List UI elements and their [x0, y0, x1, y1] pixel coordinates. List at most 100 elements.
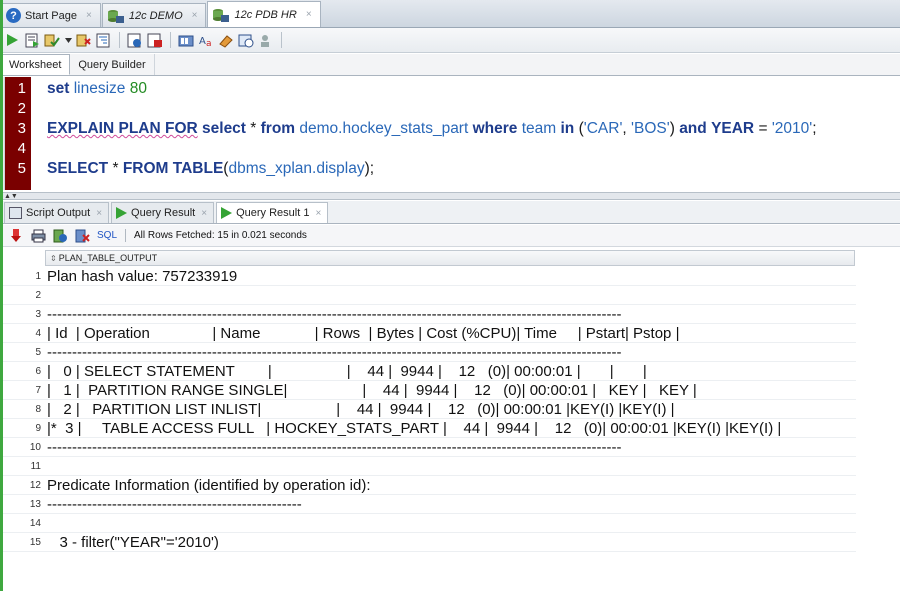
- rollback-button[interactable]: [75, 31, 93, 49]
- commit-button[interactable]: [43, 31, 61, 49]
- tab-start-page[interactable]: ? Start Page ×: [1, 3, 101, 27]
- explain-plan-icon: [96, 33, 110, 47]
- column-header-plan-table-output[interactable]: ⇕ PLAN_TABLE_OUTPUT: [45, 250, 855, 266]
- table-row[interactable]: 15 3 - filter("YEAR"='2010'): [0, 533, 856, 552]
- unshared-worksheet-button[interactable]: [257, 31, 275, 49]
- collapse-arrows-icon[interactable]: ▲▼: [4, 193, 18, 201]
- column-header-label: PLAN_TABLE_OUTPUT: [58, 253, 158, 263]
- plan-output-cell[interactable]: ----------------------------------------…: [47, 495, 302, 514]
- explain-plan-button[interactable]: [95, 31, 113, 49]
- table-row[interactable]: 6 | 0 | SELECT STATEMENT | | 44 | 9944 | …: [0, 362, 856, 381]
- close-icon[interactable]: ×: [96, 208, 102, 219]
- row-number: 4: [35, 328, 41, 339]
- tab-label: Script Output: [26, 207, 91, 219]
- tab-label: 12c DEMO: [128, 9, 183, 22]
- close-icon[interactable]: ×: [306, 9, 312, 20]
- user-icon: [261, 34, 269, 47]
- run-script-button[interactable]: [23, 31, 41, 49]
- row-number: 11: [30, 461, 41, 472]
- code-line-2: 2: [0, 99, 900, 119]
- table-row[interactable]: 3 ---------------------------------------…: [0, 305, 856, 324]
- plan-output-cell[interactable]: |* 3 | TABLE ACCESS FULL | HOCKEY_STATS_…: [47, 419, 781, 438]
- table-row[interactable]: 9 |* 3 | TABLE ACCESS FULL | HOCKEY_STATS…: [0, 419, 856, 438]
- print-icon: [31, 229, 45, 242]
- plan-output-cell[interactable]: | 0 | SELECT STATEMENT | | 44 | 9944 | 1…: [47, 362, 647, 381]
- toolbar-separator: [170, 32, 171, 48]
- tab-query-builder[interactable]: Query Builder: [70, 54, 155, 75]
- code-line-5: 5 SELECT * FROM TABLE(dbms_xplan.display…: [0, 159, 900, 179]
- print-button[interactable]: [29, 227, 47, 245]
- row-number: 3: [35, 309, 41, 320]
- eraser-icon: [219, 34, 233, 48]
- plan-output-cell[interactable]: | 2 | PARTITION LIST INLIST| | 44 | 9944…: [47, 400, 675, 419]
- refresh-db-icon: [53, 229, 67, 242]
- sql-tuning-advisor-button[interactable]: [177, 31, 195, 49]
- table-row[interactable]: 1 Plan hash value: 757233919: [0, 267, 856, 286]
- plan-output-cell[interactable]: | 1 | PARTITION RANGE SINGLE| | 44 | 994…: [47, 381, 697, 400]
- cancel-icon: [75, 229, 90, 242]
- freeze-view-button[interactable]: [7, 227, 25, 245]
- clear-button[interactable]: [146, 31, 164, 49]
- table-row[interactable]: 2: [0, 286, 856, 305]
- table-row[interactable]: 14: [0, 514, 856, 533]
- sql-developer-window: ? Start Page × 12c DEMO × 12c PDB HR × A…: [0, 0, 900, 591]
- find-replace-icon: Aa: [199, 36, 212, 48]
- row-number: 9: [35, 423, 41, 434]
- line-number: 4: [17, 140, 26, 157]
- line-number: 5: [17, 160, 26, 177]
- plan-output-cell[interactable]: ----------------------------------------…: [47, 438, 621, 457]
- plan-output-cell[interactable]: | Id | Operation | Name | Rows | Bytes |…: [47, 324, 679, 343]
- code-line-3: 3 EXPLAIN PLAN FOR select * from demo.ho…: [0, 119, 900, 139]
- table-row[interactable]: 4 | Id | Operation | Name | Rows | Bytes …: [0, 324, 856, 343]
- table-row[interactable]: 11: [0, 457, 856, 476]
- document-tab-bar: ? Start Page × 12c DEMO × 12c PDB HR ×: [0, 0, 900, 28]
- table-row[interactable]: 5 ---------------------------------------…: [0, 343, 856, 362]
- sql-link[interactable]: SQL: [97, 230, 117, 241]
- tab-script-output[interactable]: Script Output ×: [4, 202, 110, 223]
- table-row[interactable]: 13 --------------------------------------…: [0, 495, 856, 514]
- run-script-icon: [25, 33, 39, 47]
- table-row[interactable]: 12 Predicate Information (identified by o…: [0, 476, 856, 495]
- results-toolbar: SQL All Rows Fetched: 15 in 0.021 second…: [0, 225, 900, 247]
- toolbar-separator: [281, 32, 282, 48]
- pane-splitter[interactable]: ▲▼: [0, 192, 900, 200]
- worksheet-toolbar: Aa: [0, 28, 900, 53]
- table-row[interactable]: 7 | 1 | PARTITION RANGE SINGLE| | 44 | 99…: [0, 381, 856, 400]
- find-replace-button[interactable]: Aa: [197, 31, 215, 49]
- close-icon[interactable]: ×: [192, 10, 198, 21]
- worksheet-tab-bar: Worksheet Query Builder: [0, 54, 900, 76]
- row-number: 13: [29, 499, 41, 510]
- close-icon[interactable]: ×: [201, 208, 207, 219]
- plan-output-cell[interactable]: Predicate Information (identified by ope…: [47, 476, 371, 495]
- format-button[interactable]: [217, 31, 235, 49]
- commit-icon: [44, 34, 60, 47]
- cancel-query-button[interactable]: [73, 227, 91, 245]
- sql-editor[interactable]: 1 set linesize 80 2 3 EXPLAIN PLAN FOR s…: [0, 77, 900, 192]
- table-row[interactable]: 10 --------------------------------------…: [0, 438, 856, 457]
- tab-worksheet[interactable]: Worksheet: [0, 54, 71, 75]
- row-number: 14: [29, 518, 41, 529]
- tab-query-result[interactable]: Query Result ×: [111, 202, 215, 223]
- code-text: set linesize 80: [47, 80, 147, 97]
- result-grid[interactable]: ⇕ PLAN_TABLE_OUTPUT 1 Plan hash value: 75…: [0, 249, 900, 591]
- dropdown-arrow[interactable]: [63, 31, 73, 49]
- autotrace-button[interactable]: [126, 31, 144, 49]
- row-number: 8: [35, 404, 41, 415]
- sql-history-button[interactable]: [237, 31, 255, 49]
- plan-output-cell[interactable]: 3 - filter("YEAR"='2010'): [47, 533, 219, 552]
- tab-query-result-1[interactable]: Query Result 1 ×: [216, 202, 329, 223]
- autotrace-icon: [127, 33, 141, 47]
- close-icon[interactable]: ×: [86, 10, 92, 21]
- plan-output-cell[interactable]: Plan hash value: 757233919: [47, 267, 237, 286]
- refresh-button[interactable]: [51, 227, 69, 245]
- table-row[interactable]: 8 | 2 | PARTITION LIST INLIST| | 44 | 994…: [0, 400, 856, 419]
- plan-output-cell[interactable]: ----------------------------------------…: [47, 305, 621, 324]
- close-icon[interactable]: ×: [315, 208, 321, 219]
- tab-12c-demo[interactable]: 12c DEMO ×: [101, 3, 207, 27]
- line-number: 3: [17, 120, 26, 137]
- row-number: 5: [35, 347, 41, 358]
- script-output-icon: [9, 207, 22, 219]
- run-statement-button[interactable]: [3, 31, 21, 49]
- tab-12c-pdb-hr[interactable]: 12c PDB HR ×: [207, 1, 321, 27]
- plan-output-cell[interactable]: ----------------------------------------…: [47, 343, 621, 362]
